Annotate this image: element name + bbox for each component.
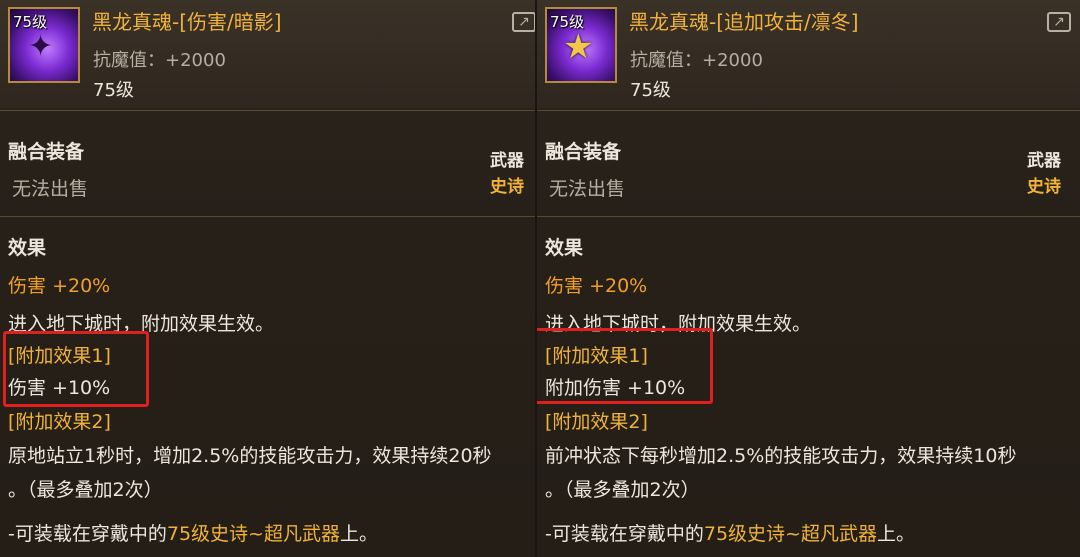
equip-highlight: 75级史诗~超凡武器: [703, 523, 877, 545]
slot-label: 武器: [1027, 151, 1061, 171]
damage-label: 伤害: [8, 275, 47, 297]
share-icon[interactable]: ↗: [1047, 12, 1071, 32]
tooltip-header: ★ 75级 黑龙真魂-[追加攻击/凛冬] 抗魔值：+2000 75级 ↗: [537, 0, 1080, 108]
equip-suffix: 上。: [876, 523, 915, 545]
divider: [537, 216, 1080, 217]
item-tooltip-left: ✦ 75级 黑龙真魂-[伤害/暗影] 抗魔值：+2000 75级 ↗ 融合装备 …: [0, 0, 535, 557]
item-type: 融合装备: [545, 141, 622, 163]
equip-requirement: -可装载在穿戴中的75级史诗~超凡武器上。: [8, 519, 378, 546]
effect-title: 效果: [8, 237, 47, 259]
highlight-box: [3, 331, 149, 407]
effect-title: 效果: [545, 237, 584, 259]
item-level: 75级: [93, 80, 134, 101]
rarity-label: 史诗: [1027, 177, 1061, 197]
unsellable-label: 无法出售: [549, 178, 626, 200]
damage-value: +20%: [52, 275, 111, 297]
extra-effect-2-title: [附加效果2]: [8, 411, 111, 433]
damage-label: 伤害: [545, 275, 584, 297]
item-type: 融合装备: [8, 141, 85, 163]
item-name: 黑龙真魂-[伤害/暗影]: [92, 10, 282, 34]
tooltip-header: ✦ 75级 黑龙真魂-[伤害/暗影] 抗魔值：+2000 75级 ↗: [0, 0, 535, 108]
rarity-label: 史诗: [490, 177, 524, 197]
star-dragon-soul-icon: ★ 75级: [545, 7, 617, 83]
damage-stat: 伤害 +20%: [545, 271, 647, 298]
extra-effect-2-desc: 原地站立1秒时，增加2.5%的技能攻击力，效果持续20秒: [8, 445, 492, 467]
share-icon[interactable]: ↗: [512, 12, 535, 32]
highlight-box: [537, 328, 713, 404]
equip-prefix: -可装载在穿戴中的: [8, 523, 167, 545]
item-name: 黑龙真魂-[追加攻击/凛冬]: [629, 10, 859, 34]
equip-suffix: 上。: [339, 523, 378, 545]
divider: [0, 110, 535, 111]
slot-label: 武器: [490, 151, 524, 171]
unsellable-label: 无法出售: [12, 178, 89, 200]
equip-prefix: -可装载在穿戴中的: [545, 523, 704, 545]
extra-effect-2-desc: 前冲状态下每秒增加2.5%的技能攻击力，效果持续10秒: [545, 445, 1017, 467]
dragon-mark-icon: ✦: [28, 29, 54, 64]
anti-magic-value: 抗魔值：+2000: [630, 50, 763, 71]
damage-stat: 伤害 +20%: [8, 271, 110, 298]
equip-highlight: 75级史诗~超凡武器: [166, 523, 340, 545]
icon-level-label: 75级: [13, 13, 48, 31]
extra-effect-2-desc-cont: 。（最多叠加2次）: [545, 479, 700, 501]
star-icon: ★: [563, 27, 594, 67]
dark-dragon-soul-icon: ✦ 75级: [8, 7, 80, 83]
equip-requirement: -可装载在穿戴中的75级史诗~超凡武器上。: [545, 519, 915, 546]
icon-level-label: 75级: [550, 13, 585, 31]
item-tooltip-right: ★ 75级 黑龙真魂-[追加攻击/凛冬] 抗魔值：+2000 75级 ↗ 融合装…: [535, 0, 1080, 557]
damage-value: +20%: [589, 275, 648, 297]
item-level: 75级: [630, 80, 671, 101]
extra-effect-2-title: [附加效果2]: [545, 411, 648, 433]
anti-magic-value: 抗魔值：+2000: [93, 50, 226, 71]
divider: [0, 216, 535, 217]
extra-effect-2-desc-cont: 。（最多叠加2次）: [8, 479, 163, 501]
divider: [537, 110, 1080, 111]
